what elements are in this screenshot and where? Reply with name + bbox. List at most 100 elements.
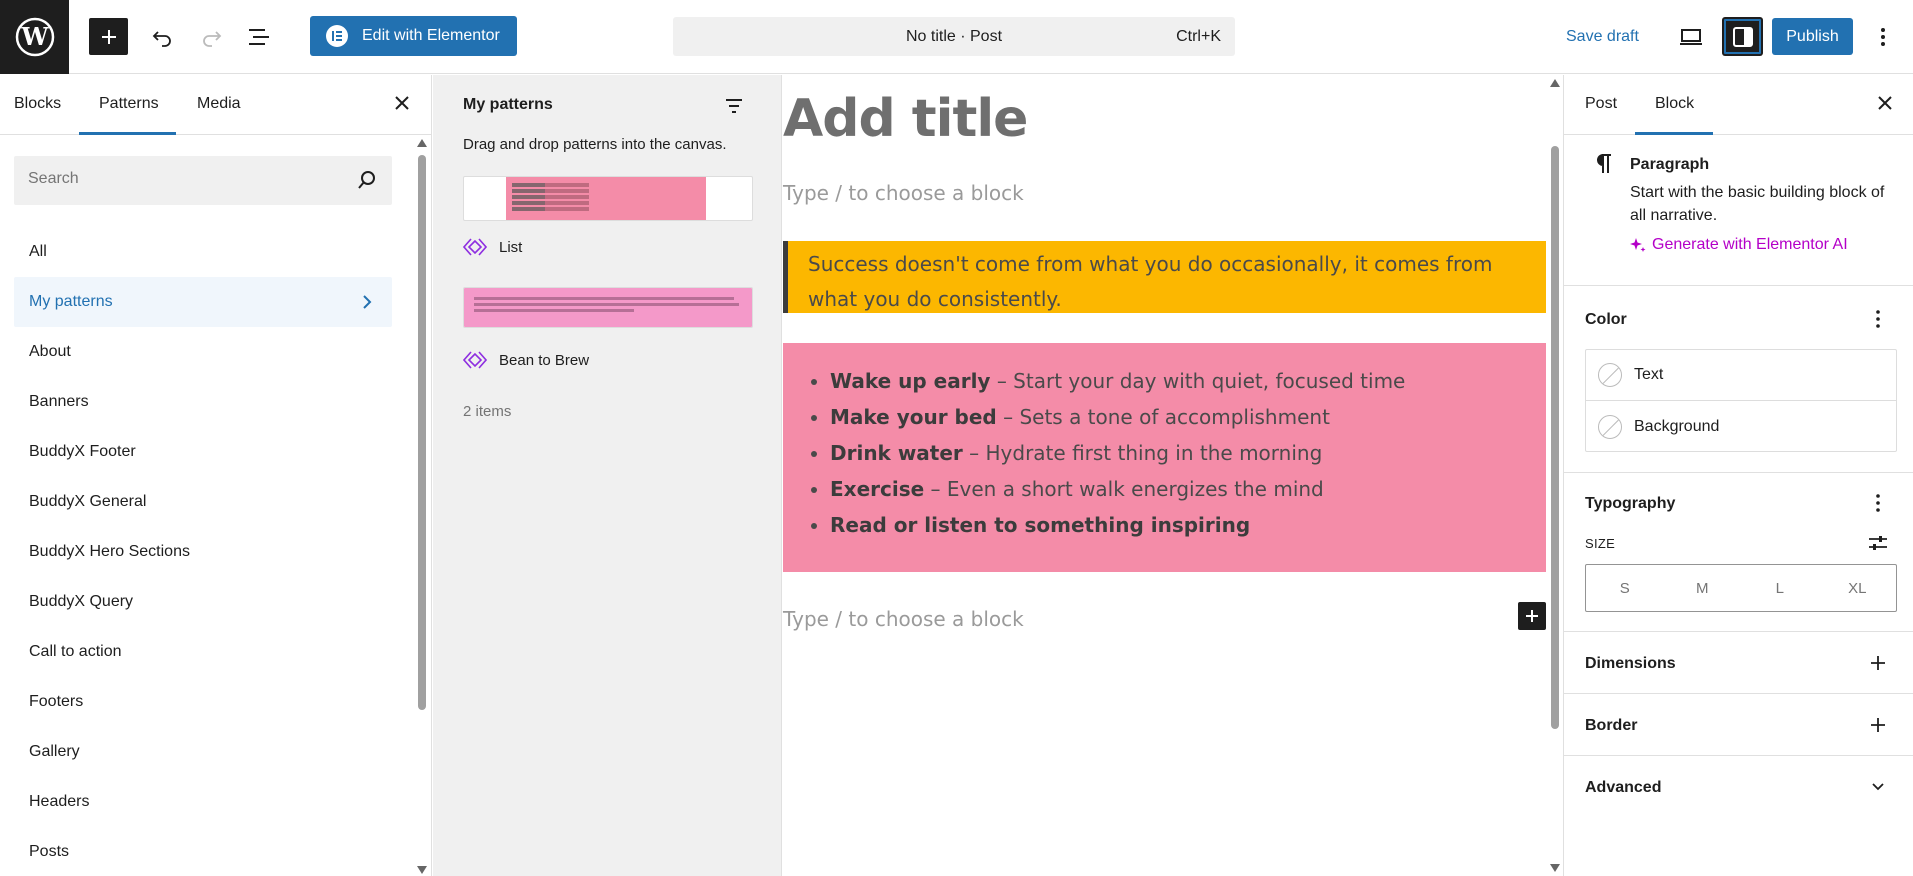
active-tab-indicator: [79, 132, 176, 135]
block-placeholder[interactable]: Type / to choose a block: [783, 181, 1024, 205]
category-gallery[interactable]: Gallery: [14, 727, 392, 777]
generate-ai-link[interactable]: Generate with Elementor AI: [1630, 236, 1848, 254]
tab-media[interactable]: Media: [197, 95, 241, 113]
close-icon[interactable]: [1874, 92, 1896, 114]
save-draft-button[interactable]: Save draft: [1566, 28, 1639, 46]
category-my-patterns[interactable]: My patterns: [14, 277, 392, 327]
elementor-icon: [326, 25, 348, 47]
pattern-item-list[interactable]: List: [463, 237, 522, 257]
add-block-button[interactable]: [1518, 602, 1546, 630]
list-item-bold: Wake up early: [830, 369, 991, 393]
redo-button[interactable]: [191, 18, 231, 55]
category-footers[interactable]: Footers: [14, 677, 392, 727]
preview-button[interactable]: [1671, 18, 1711, 55]
size-option-xl[interactable]: XL: [1819, 565, 1897, 611]
document-overview-button[interactable]: [239, 18, 279, 55]
kebab-icon: [1881, 27, 1885, 46]
plus-icon: [1526, 610, 1538, 622]
close-icon[interactable]: [391, 92, 413, 114]
color-label: Text: [1634, 366, 1664, 383]
list-item: Make your bed – Sets a tone of accomplis…: [830, 399, 1546, 435]
chevron-down-icon[interactable]: [1867, 776, 1889, 798]
divider: [1564, 631, 1913, 632]
category-all[interactable]: All: [14, 227, 392, 277]
color-controls: Text Background: [1585, 349, 1897, 452]
filter-icon[interactable]: [723, 95, 745, 117]
edit-with-elementor-button[interactable]: Edit with Elementor: [310, 16, 517, 56]
color-text-control[interactable]: Text: [1586, 350, 1896, 401]
block-placeholder[interactable]: Type / to choose a block: [783, 607, 1024, 631]
category-posts[interactable]: Posts: [14, 827, 392, 876]
command-shortcut: Ctrl+K: [1176, 28, 1221, 45]
list-item-bold: Exercise: [830, 477, 925, 501]
plus-icon[interactable]: [1867, 714, 1889, 736]
command-palette-bar[interactable]: No title · Post Ctrl+K: [673, 17, 1235, 56]
category-label: My patterns: [29, 293, 113, 310]
border-panel-toggle[interactable]: Border: [1585, 717, 1637, 735]
wordpress-logo-button[interactable]: W: [0, 0, 69, 74]
patterns-description: Drag and drop patterns into the canvas.: [463, 136, 727, 153]
empty-swatch-icon: [1598, 363, 1622, 387]
list-item-bold: Drink water: [830, 441, 963, 465]
category-headers[interactable]: Headers: [14, 777, 392, 827]
pattern-label: Bean to Brew: [499, 351, 590, 369]
scrollbar[interactable]: [416, 137, 428, 876]
scrollbar[interactable]: [1547, 75, 1563, 876]
category-buddyx-footer[interactable]: BuddyX Footer: [14, 427, 392, 477]
dimensions-panel-toggle[interactable]: Dimensions: [1585, 655, 1676, 673]
svg-text:W: W: [20, 22, 49, 51]
size-option-m[interactable]: M: [1664, 565, 1742, 611]
settings-tabs: Post Block: [1564, 75, 1913, 135]
category-banners[interactable]: Banners: [14, 377, 392, 427]
category-buddyx-general[interactable]: BuddyX General: [14, 477, 392, 527]
list-item: Read or listen to something inspiring: [830, 507, 1546, 543]
settings-sidebar: Post Block Paragraph Start with the basi…: [1563, 75, 1913, 876]
desktop-icon: [1680, 28, 1702, 45]
publish-button[interactable]: Publish: [1772, 18, 1853, 55]
list-item: Drink water – Hydrate first thing in the…: [830, 435, 1546, 471]
size-option-s[interactable]: S: [1586, 565, 1664, 611]
category-buddyx-query[interactable]: BuddyX Query: [14, 577, 392, 627]
category-buddyx-hero-sections[interactable]: BuddyX Hero Sections: [14, 527, 392, 577]
list-block[interactable]: Wake up early – Start your day with quie…: [783, 343, 1546, 572]
divider: [1564, 755, 1913, 756]
pattern-preview-bean-to-brew[interactable]: [463, 287, 753, 328]
color-background-control[interactable]: Background: [1586, 401, 1896, 452]
tab-patterns[interactable]: Patterns: [99, 95, 159, 113]
elementor-button-label: Edit with Elementor: [362, 27, 500, 44]
category-call-to-action[interactable]: Call to action: [14, 627, 392, 677]
sparkle-icon: [1630, 238, 1646, 252]
active-tab-indicator: [1635, 132, 1713, 135]
pattern-item-bean-to-brew[interactable]: Bean to Brew: [463, 350, 589, 370]
category-about[interactable]: About: [14, 327, 392, 377]
list-item-text: – Sets a tone of accomplishment: [996, 405, 1330, 429]
kebab-icon[interactable]: [1867, 492, 1889, 514]
plus-icon[interactable]: [1867, 652, 1889, 674]
search-input[interactable]: [28, 170, 348, 188]
options-menu-button[interactable]: [1868, 18, 1898, 55]
divider: [1564, 693, 1913, 694]
kebab-icon[interactable]: [1867, 308, 1889, 330]
tab-post[interactable]: Post: [1585, 95, 1617, 113]
undo-button[interactable]: [143, 18, 183, 55]
block-inserter-panel: Blocks Patterns Media All My patterns Ab…: [0, 75, 432, 876]
tab-block[interactable]: Block: [1655, 95, 1694, 113]
block-inserter-toggle[interactable]: [89, 18, 128, 55]
pattern-thumbnail: [506, 177, 706, 220]
pattern-search: [14, 156, 392, 205]
scrollbar-thumb[interactable]: [1551, 146, 1559, 729]
custom-size-icon[interactable]: [1867, 532, 1889, 554]
tab-blocks[interactable]: Blocks: [14, 95, 61, 113]
settings-toggle-button[interactable]: [1722, 17, 1763, 56]
synced-pattern-icon: [463, 351, 487, 369]
undo-icon: [152, 30, 171, 47]
size-option-l[interactable]: L: [1741, 565, 1819, 611]
list-item-bold: Read or listen to something inspiring: [830, 513, 1251, 537]
color-label: Background: [1634, 417, 1720, 435]
pattern-preview-list[interactable]: [463, 176, 753, 221]
advanced-panel-toggle[interactable]: Advanced: [1585, 779, 1661, 797]
scrollbar-thumb[interactable]: [418, 155, 426, 710]
quote-paragraph-block[interactable]: Success doesn't come from what you do oc…: [783, 241, 1546, 313]
pattern-categories: All My patterns About Banners BuddyX Foo…: [14, 227, 392, 876]
post-title-input[interactable]: Add title: [783, 89, 1028, 149]
